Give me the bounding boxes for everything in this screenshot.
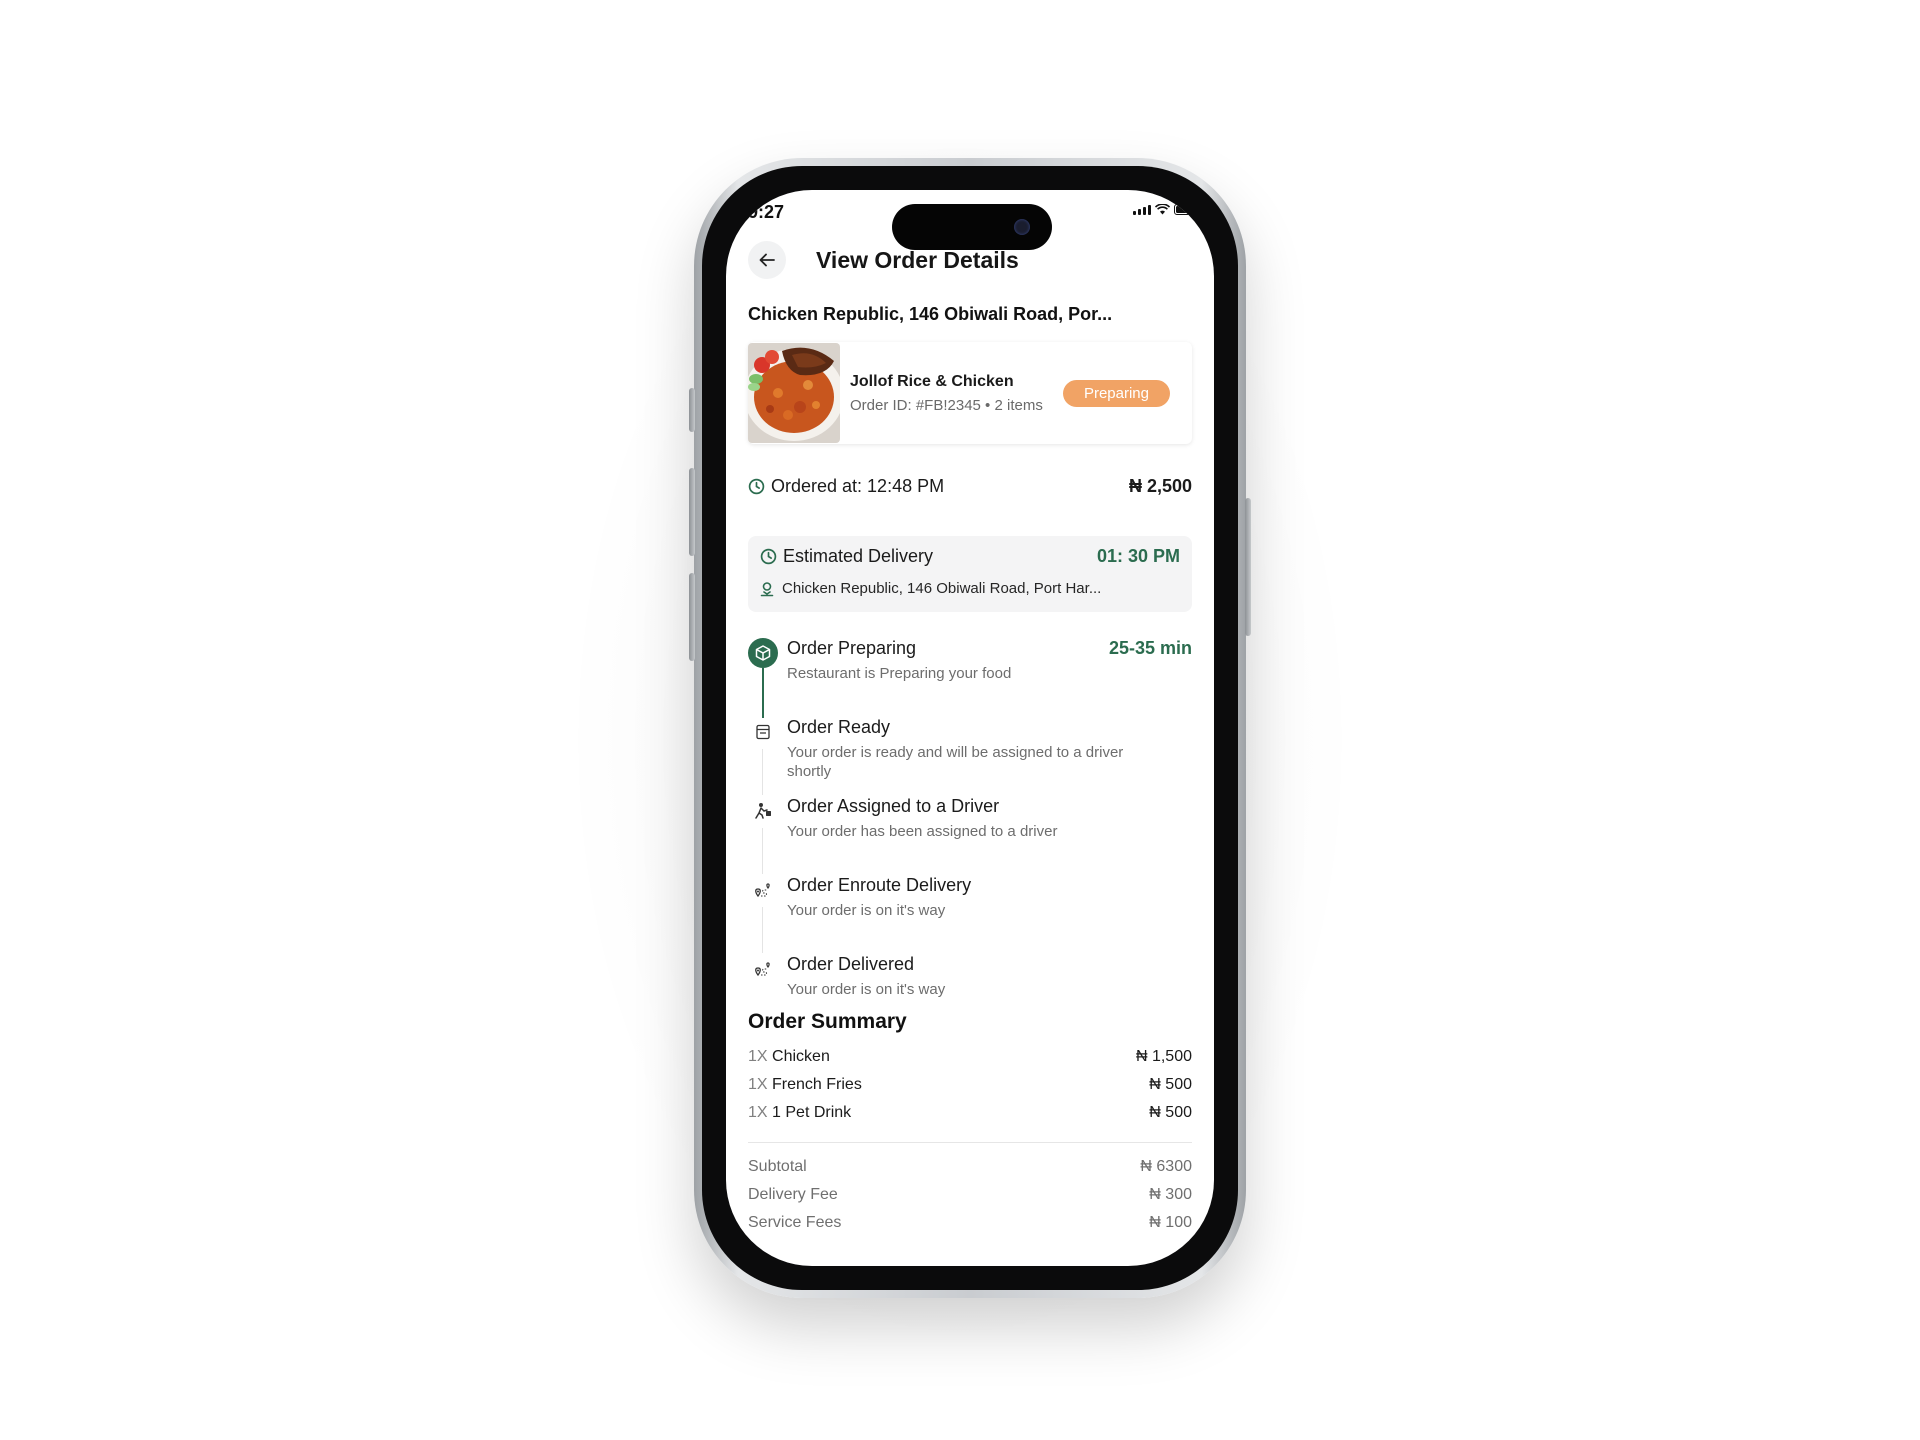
camera-icon: [1014, 219, 1030, 235]
estimated-delivery-row: Estimated Delivery 01: 30 PM: [760, 546, 1180, 567]
volume-down-button: [689, 573, 695, 661]
phone-frame: 9:27 View Order Details Chicken Republic…: [689, 158, 1251, 1298]
total-label: Service Fees: [748, 1214, 842, 1231]
timeline-title: Order Assigned to a Driver: [787, 796, 1000, 816]
timeline-title: Order Enroute Delivery: [787, 875, 972, 895]
food-image: [748, 343, 840, 443]
item-name: 1 Pet Drink: [772, 1104, 852, 1121]
power-button: [1245, 498, 1251, 636]
status-icons: [1133, 204, 1198, 215]
summary-item-row: 1X French Fries ₦ 500: [748, 1076, 1192, 1094]
timeline-progress-line: [762, 668, 764, 718]
order-card-text: Jollof Rice & Chicken Order ID: #FB!2345…: [850, 373, 1063, 414]
page-header: View Order Details: [748, 240, 1192, 280]
total-label: Subtotal: [748, 1158, 807, 1175]
timeline-connector: [762, 749, 763, 795]
order-card[interactable]: Jollof Rice & Chicken Order ID: #FB!2345…: [748, 342, 1192, 444]
timeline-eta: 25-35 min: [1108, 638, 1192, 658]
order-amount: ₦ 2,500: [1128, 476, 1192, 496]
timeline-connector: [762, 828, 763, 874]
item-name: French Fries: [772, 1076, 862, 1093]
wifi-icon: [1155, 204, 1170, 215]
summary-item-left: 1X French Fries: [748, 1076, 862, 1094]
summary-item-left: 1X 1 Pet Drink: [748, 1104, 851, 1122]
service-fee-row: Service Fees ₦ 100: [748, 1214, 1192, 1232]
total-value: ₦ 100: [1149, 1214, 1192, 1231]
signal-icon: [1133, 205, 1151, 215]
status-time: 9:27: [748, 202, 785, 222]
action-button: [689, 388, 695, 432]
total-value: ₦ 300: [1149, 1186, 1192, 1203]
item-qty: 1X: [748, 1076, 768, 1093]
item-price: ₦ 500: [1149, 1076, 1192, 1093]
summary-item-row: 1X Chicken ₦ 1,500: [748, 1048, 1192, 1066]
route-icon: [748, 954, 778, 984]
summary-divider: [748, 1142, 1192, 1143]
timeline-desc: Your order is ready and will be assigned…: [787, 744, 1124, 780]
timeline-desc: Your order is on it's way: [787, 981, 946, 998]
phone-bezel: 9:27 View Order Details Chicken Republic…: [702, 166, 1238, 1290]
timeline-title: Order Preparing: [787, 638, 917, 658]
back-button[interactable]: [748, 241, 786, 279]
phone-screen: 9:27 View Order Details Chicken Republic…: [726, 190, 1214, 1266]
arrow-left-icon: [759, 253, 775, 267]
timeline-desc: Restaurant is Preparing your food: [787, 665, 1012, 682]
summary-item-row: 1X 1 Pet Drink ₦ 500: [748, 1104, 1192, 1122]
timeline-desc: Your order has been assigned to a driver: [787, 823, 1058, 840]
delivery-fee-row: Delivery Fee ₦ 300: [748, 1186, 1192, 1204]
item-price: ₦ 500: [1149, 1104, 1192, 1121]
timeline-connector: [762, 907, 763, 953]
ordered-at-label: Ordered at: 12:48 PM: [771, 476, 945, 496]
item-qty: 1X: [748, 1104, 768, 1121]
driver-icon: [748, 796, 778, 826]
clock-icon: [760, 548, 777, 565]
location-pin-icon: [760, 581, 774, 596]
delivery-address-row: Chicken Republic, 146 Obiwali Road, Port…: [760, 580, 1180, 597]
ordered-at: Ordered at: 12:48 PM: [748, 476, 944, 497]
timeline-title: Order Delivered: [787, 954, 915, 974]
page-title: View Order Details: [816, 246, 1019, 273]
timeline-desc: Your order is on it's way: [787, 902, 946, 919]
route-icon: [748, 875, 778, 905]
item-qty: 1X: [748, 1048, 768, 1065]
status-badge: Preparing: [1062, 379, 1170, 407]
order-summary-title: Order Summary: [748, 1010, 907, 1033]
package-icon: [748, 638, 778, 668]
ordered-row: Ordered at: 12:48 PM ₦ 2,500: [748, 476, 1192, 497]
volume-up-button: [689, 468, 695, 556]
item-price: ₦ 1,500: [1135, 1048, 1192, 1065]
estimated-delivery-box: Estimated Delivery 01: 30 PM Chicken Rep…: [748, 536, 1192, 612]
item-name: Jollof Rice & Chicken: [850, 372, 1014, 390]
summary-item-left: 1X Chicken: [748, 1048, 830, 1066]
receipt-icon: [748, 717, 778, 747]
order-meta: Order ID: #FB!2345 • 2 items: [850, 396, 1043, 414]
delivery-address: Chicken Republic, 146 Obiwali Road, Port…: [782, 580, 1102, 597]
estimated-delivery-time: 01: 30 PM: [1096, 546, 1180, 566]
total-label: Delivery Fee: [748, 1186, 838, 1203]
restaurant-address: Chicken Republic, 146 Obiwali Road, Por.…: [748, 304, 1113, 324]
item-name: Chicken: [772, 1048, 830, 1065]
subtotal-row: Subtotal ₦ 6300: [748, 1158, 1192, 1176]
battery-icon: [1174, 204, 1197, 215]
timeline-title: Order Ready: [787, 717, 891, 737]
estimated-delivery-label: Estimated Delivery: [783, 546, 934, 566]
estimated-delivery: Estimated Delivery: [760, 546, 933, 567]
clock-icon: [748, 478, 765, 495]
total-value: ₦ 6300: [1140, 1158, 1192, 1175]
